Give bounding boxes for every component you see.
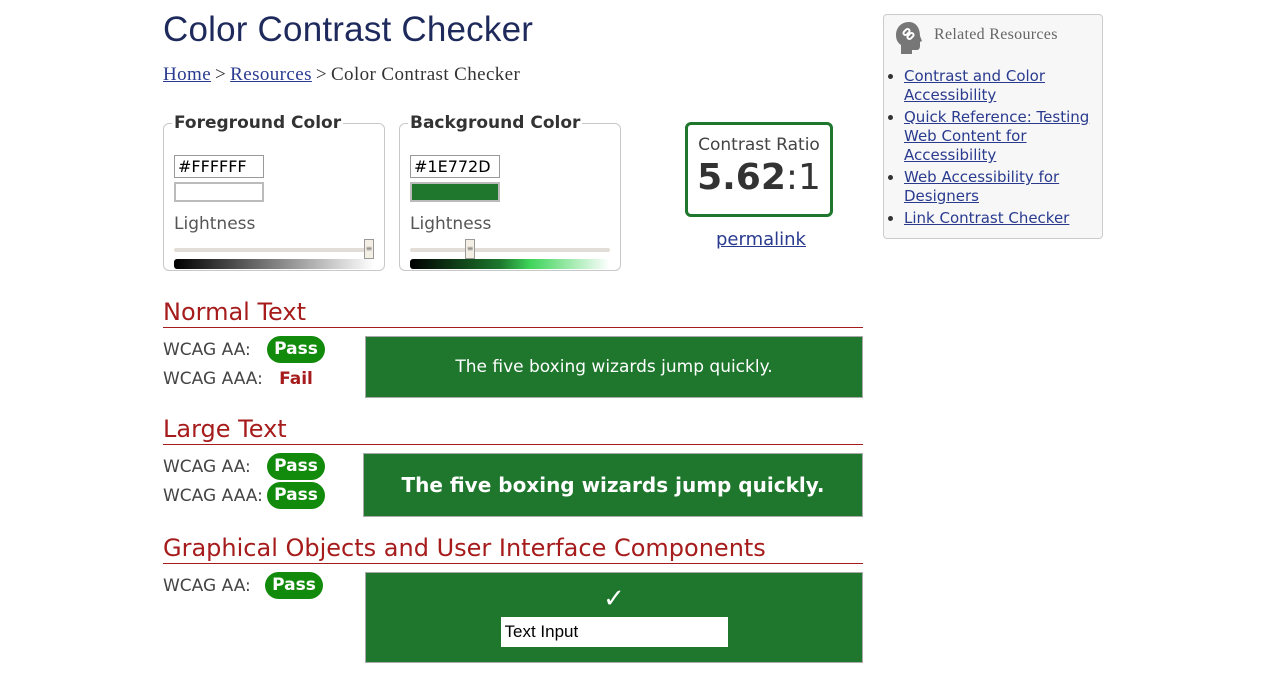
large-aa-result-badge: Pass — [267, 453, 325, 480]
sample-text-input[interactable] — [500, 616, 728, 647]
background-lightness-label: Lightness — [410, 214, 492, 234]
background-color-panel: Background Color Lightness ≡ — [399, 113, 621, 271]
breadcrumb-separator: > — [315, 64, 327, 85]
foreground-color-picker[interactable] — [174, 182, 264, 202]
large-aaa-result-badge: Pass — [267, 482, 325, 509]
permalink-link[interactable]: permalink — [716, 229, 806, 250]
related-resources-panel: Related Resources Contrast and Color Acc… — [883, 14, 1103, 239]
foreground-hex-input[interactable] — [174, 155, 264, 178]
graphical-objects-heading: Graphical Objects and User Interface Com… — [163, 533, 863, 564]
contrast-ratio-box: Contrast Ratio 5.62:1 — [685, 122, 833, 217]
large-aaa-label: WCAG AAA: — [163, 486, 263, 506]
background-color-picker[interactable] — [410, 182, 500, 202]
background-lightness-gradient — [410, 259, 610, 269]
large-aa-label: WCAG AA: — [163, 457, 251, 477]
list-item: Link Contrast Checker — [904, 209, 1102, 228]
background-lightness-track[interactable] — [410, 248, 610, 252]
graphical-aa-result-badge: Pass — [265, 572, 323, 599]
contrast-ratio-value: 5.62:1 — [688, 157, 830, 198]
breadcrumb-home-link[interactable]: Home — [163, 64, 211, 85]
foreground-color-panel: Foreground Color Lightness ≡ — [163, 113, 385, 271]
normal-aaa-label: WCAG AAA: — [163, 369, 263, 389]
foreground-lightness-gradient — [174, 259, 374, 269]
large-text-sample: The five boxing wizards jump quickly. — [363, 453, 863, 517]
foreground-legend: Foreground Color — [174, 113, 342, 133]
normal-text-heading: Normal Text — [163, 297, 863, 328]
link-head-icon — [896, 22, 922, 54]
breadcrumb-current: Color Contrast Checker — [330, 64, 521, 85]
page-title: Color Contrast Checker — [163, 10, 534, 49]
normal-aa-result-badge: Pass — [267, 336, 325, 363]
graphical-objects-sample: ✓ — [365, 572, 863, 663]
foreground-lightness-slider[interactable]: ≡ — [364, 239, 374, 259]
list-item: Quick Reference: Testing Web Content for… — [904, 108, 1102, 165]
normal-aa-label: WCAG AA: — [163, 340, 251, 360]
breadcrumb-resources-link[interactable]: Resources — [230, 64, 312, 85]
related-link-contrast-color[interactable]: Contrast and Color Accessibility — [904, 67, 1045, 104]
foreground-lightness-label: Lightness — [174, 214, 256, 234]
breadcrumb-separator: > — [215, 64, 227, 85]
related-resources-list: Contrast and Color Accessibility Quick R… — [884, 67, 1102, 231]
list-item: Contrast and Color Accessibility — [904, 67, 1102, 105]
contrast-ratio-number: 5.62 — [697, 157, 786, 198]
background-lightness-slider[interactable]: ≡ — [465, 239, 476, 259]
background-hex-input[interactable] — [410, 155, 500, 178]
large-text-heading: Large Text — [163, 414, 863, 445]
graphical-aa-label: WCAG AA: — [163, 576, 251, 596]
related-resources-title: Related Resources — [934, 26, 1058, 43]
list-item: Web Accessibility for Designers — [904, 168, 1102, 206]
contrast-ratio-label: Contrast Ratio — [698, 135, 820, 155]
normal-text-sample: The five boxing wizards jump quickly. — [365, 336, 863, 398]
contrast-ratio-suffix: :1 — [785, 157, 821, 198]
checkmark-icon: ✓ — [603, 583, 625, 614]
foreground-lightness-track[interactable] — [174, 248, 374, 252]
related-link-designers[interactable]: Web Accessibility for Designers — [904, 168, 1059, 205]
background-legend: Background Color — [410, 113, 581, 133]
related-link-quick-reference[interactable]: Quick Reference: Testing Web Content for… — [904, 108, 1089, 164]
normal-aaa-result-badge: Fail — [279, 369, 313, 389]
related-link-link-contrast[interactable]: Link Contrast Checker — [904, 209, 1069, 227]
breadcrumb: Home > Resources > Color Contrast Checker — [163, 64, 520, 86]
